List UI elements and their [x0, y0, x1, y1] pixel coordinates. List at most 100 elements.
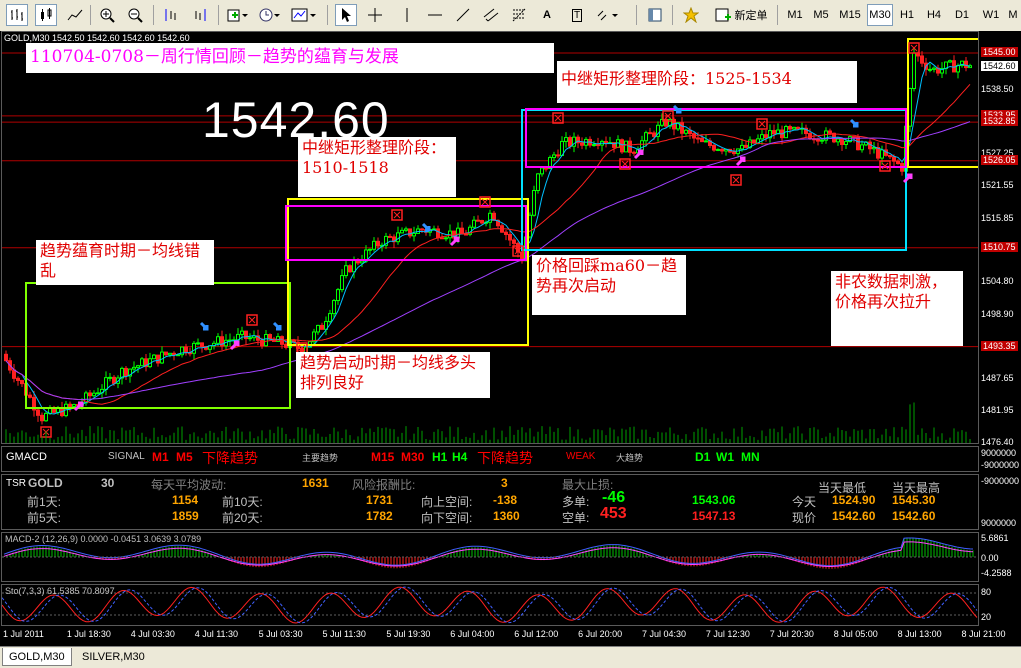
candle-body — [440, 237, 444, 240]
time-axis-label: 7 Jul 04:30 — [642, 629, 687, 639]
tsr-long-label: 多单: — [562, 495, 590, 509]
timeframe-m15[interactable]: M15 — [835, 4, 865, 26]
sell-arrow-marker — [199, 321, 209, 331]
candle-body — [316, 324, 320, 333]
fibonacci-icon[interactable] — [508, 4, 530, 26]
new-order-button[interactable]: 新定单 — [710, 4, 772, 26]
buy-arrow-marker — [735, 156, 746, 167]
timeframe-d1[interactable]: D1 — [950, 4, 974, 26]
tsr-prev10-label: 前10天: — [222, 495, 263, 509]
candle-body — [624, 140, 628, 153]
favorites-icon[interactable] — [680, 4, 702, 26]
candle-body — [716, 148, 720, 151]
candle-body — [564, 137, 568, 142]
candle-body — [108, 376, 112, 379]
indicators-icon[interactable] — [224, 4, 250, 26]
tsr-risk-value: 3 — [501, 476, 508, 490]
timeframe-w1[interactable]: W1 — [978, 4, 1004, 26]
crosshair-icon[interactable] — [364, 4, 386, 26]
timeframe-m1[interactable]: M1 — [783, 4, 807, 26]
vertical-line-icon[interactable] — [396, 4, 418, 26]
timeframe-m30[interactable]: M30 — [867, 4, 893, 26]
candle-body — [920, 55, 924, 64]
macd-scale-top: 5.6861 — [981, 533, 1009, 543]
text-tool-icon[interactable]: A — [536, 4, 558, 26]
candle-body — [948, 60, 952, 63]
candle-body — [268, 334, 272, 340]
tab-silver-m30[interactable]: SILVER,M30 — [76, 648, 151, 666]
candle-body — [88, 392, 92, 397]
chart-tabs: GOLD,M30 SILVER,M30 — [0, 646, 1021, 668]
time-axis-label: 8 Jul 13:00 — [897, 629, 942, 639]
signal-x-marker — [393, 211, 401, 219]
incubation-box — [25, 282, 291, 409]
auto-scroll-icon[interactable] — [189, 4, 211, 26]
gmacd-d1: D1 — [695, 450, 711, 464]
candle-body — [840, 138, 844, 145]
candle-body — [16, 377, 20, 381]
tsr-now-high: 1542.60 — [892, 509, 936, 523]
candlestick-icon[interactable] — [35, 4, 57, 26]
candle-body — [932, 67, 936, 70]
timeframe-h1[interactable]: H1 — [895, 4, 919, 26]
candle-body — [512, 239, 516, 244]
candle-body — [40, 414, 44, 422]
time-axis-label: 7 Jul 20:30 — [769, 629, 814, 639]
time-axis-label: 6 Jul 04:00 — [450, 629, 495, 639]
sto-header: Sto(7,3,3) 61.5385 70.8097 — [5, 586, 115, 596]
chart-shift-icon[interactable] — [160, 4, 182, 26]
candle-body — [492, 212, 496, 221]
timeframe-m5[interactable]: M5 — [809, 4, 833, 26]
tsr-today-low: 1524.90 — [832, 493, 876, 507]
cursor-icon[interactable] — [335, 4, 357, 26]
sell-arrow-marker — [272, 321, 282, 331]
candle-body — [344, 265, 348, 277]
tab-gold-m30[interactable]: GOLD,M30 — [2, 648, 72, 666]
horizontal-line-icon[interactable] — [424, 4, 446, 26]
candle-body — [400, 229, 404, 234]
sto-scale-bottom: 20 — [981, 612, 992, 622]
candle-body — [632, 151, 636, 154]
candle-body — [464, 233, 468, 236]
candle-body — [264, 334, 268, 347]
time-axis-label: 4 Jul 03:30 — [130, 629, 175, 639]
tsr-up-space: -138 — [493, 493, 518, 507]
text-label-icon[interactable]: T — [566, 4, 588, 26]
consolidation-box-1525 — [521, 109, 907, 251]
sell-arrow-marker — [672, 104, 682, 114]
tsr-long-price: 1543.06 — [692, 493, 736, 507]
tsr-risk-label: 风险报酬比: — [352, 478, 416, 492]
signal-x-marker — [248, 316, 256, 324]
templates-icon[interactable] — [289, 4, 319, 26]
channel-icon[interactable] — [480, 4, 502, 26]
candle-body — [20, 379, 24, 385]
timeframe-mn[interactable]: M — [1006, 4, 1020, 26]
zoom-out-icon[interactable] — [124, 4, 146, 26]
trendline-icon[interactable] — [452, 4, 474, 26]
time-axis-label: 6 Jul 20:00 — [578, 629, 623, 639]
price-scale-label: 1498.90 — [981, 309, 1014, 320]
gmacd-w1: W1 — [716, 450, 734, 464]
candle-body — [760, 134, 764, 140]
candle-body — [912, 52, 916, 90]
zoom-in-icon[interactable] — [96, 4, 118, 26]
candle-body — [332, 300, 336, 315]
candle-body — [132, 366, 136, 370]
tsr-label: TSR — [6, 478, 26, 489]
candle-body — [260, 339, 264, 347]
bar-chart-icon[interactable] — [6, 4, 28, 26]
timeframe-h4[interactable]: H4 — [922, 4, 946, 26]
arrows-icon[interactable] — [594, 4, 622, 26]
candle-body — [196, 342, 200, 345]
navigator-icon[interactable] — [644, 4, 666, 26]
candle-body — [436, 228, 440, 239]
line-chart-icon[interactable] — [64, 4, 86, 26]
candle-body — [680, 122, 684, 134]
candle-body — [544, 167, 548, 170]
periods-icon[interactable] — [256, 4, 282, 26]
chart-window[interactable]: GOLD,M30 1542.50 1542.60 1542.60 1542.60… — [0, 31, 1021, 646]
candle-body — [240, 330, 244, 335]
candle-body — [720, 148, 724, 152]
candle-body — [852, 136, 856, 139]
tsr-short-price: 1547.13 — [692, 509, 736, 523]
